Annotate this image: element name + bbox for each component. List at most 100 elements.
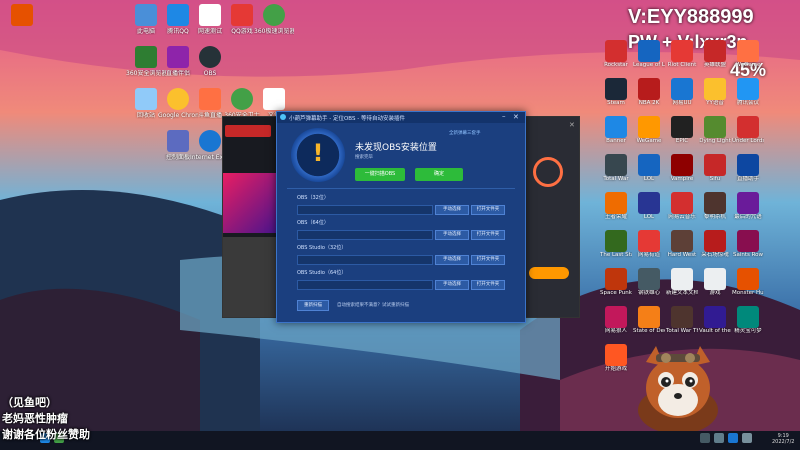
desktop-icon[interactable]: League of Legends <box>633 40 665 69</box>
desktop-icon-label: 网易狼人 <box>604 328 627 334</box>
desktop-icon[interactable]: Dying Light <box>699 116 731 145</box>
close-icon[interactable]: ✕ <box>513 113 519 121</box>
warning-icon: ! <box>312 139 324 167</box>
desktop-icon[interactable]: 采石场惊魂 <box>699 230 731 259</box>
desktop-icon[interactable]: 网易狼人 <box>600 306 632 335</box>
file-icon <box>199 4 221 26</box>
desktop-icon[interactable]: YY语音 <box>699 78 731 107</box>
obs-path-input[interactable] <box>297 230 433 240</box>
desktop-icon-label: Sifu <box>709 176 721 182</box>
desktop-icon[interactable]: OBS <box>190 46 230 77</box>
browser-icon <box>135 46 157 68</box>
desktop-icon[interactable]: EPIC <box>666 116 698 145</box>
desktop-icon-label: 钢铁雄心 <box>637 290 660 296</box>
manual-select-button[interactable]: 手动选择 <box>435 280 469 290</box>
desktop-icon[interactable]: WeGame <box>732 40 764 69</box>
desktop-icon[interactable]: Rockstar <box>600 40 632 69</box>
desktop-icon[interactable]: 腾讯会议 <box>732 78 764 107</box>
app-icon <box>737 154 759 176</box>
desktop-icon-label: YY语音 <box>706 100 724 106</box>
browser-icon <box>263 4 285 26</box>
desktop-icon[interactable]: Banner <box>600 116 632 145</box>
manual-select-button[interactable]: 手动选择 <box>435 205 469 215</box>
desktop-icon[interactable]: Sifu <box>699 154 731 183</box>
desktop-icon[interactable]: NBA 2K <box>633 78 665 107</box>
manual-select-button[interactable]: 手动选择 <box>435 230 469 240</box>
desktop-icon[interactable]: Vampire <box>666 154 698 183</box>
confirm-button[interactable]: 确定 <box>415 168 463 181</box>
taskbar-clock[interactable]: 9:19 2022/7/2 <box>772 433 794 445</box>
desktop-icon[interactable]: 游戏 <box>699 268 731 297</box>
desktop-icon[interactable]: 网易有道 <box>633 230 665 259</box>
divider <box>287 188 515 189</box>
desktop-icon[interactable]: 开始游戏 <box>600 344 632 373</box>
desktop-icon-label: 最后的咒语 <box>734 214 762 220</box>
close-icon[interactable]: ✕ <box>569 121 575 129</box>
desktop-icon[interactable]: Steam <box>600 78 632 107</box>
app-icon <box>605 192 627 214</box>
obs-row-label: OBS（64位） <box>297 220 329 226</box>
obs-path-input[interactable] <box>297 255 433 265</box>
help-link[interactable]: 全新弹幕三套手 <box>449 130 481 136</box>
desktop-icon-label: State of Decay 2 <box>633 328 665 334</box>
desktop-icon[interactable]: 钢铁雄心 <box>633 268 665 297</box>
obs-path-input[interactable] <box>297 280 433 290</box>
app-logo-icon <box>11 4 33 26</box>
file-icon <box>263 88 285 110</box>
desktop-icon[interactable]: 最后的咒语 <box>732 192 764 221</box>
desktop-icon[interactable]: Total War <box>600 154 632 183</box>
brand-logo-icon <box>225 125 271 137</box>
login-button[interactable] <box>529 267 569 279</box>
desktop-icon[interactable]: Vault of the Void <box>699 306 731 335</box>
app-icon <box>167 46 189 68</box>
desktop-icon[interactable] <box>2 4 42 26</box>
obs-icon <box>199 46 221 68</box>
tray-icon[interactable] <box>714 433 724 443</box>
desktop-icon[interactable]: State of Decay 2 <box>633 306 665 335</box>
desktop-icon[interactable]: Monster Hunter <box>732 268 764 297</box>
app-icon <box>605 230 627 252</box>
desktop-icon[interactable]: 360极速浏览器 <box>254 4 294 35</box>
desktop-icon-label: WeGame <box>735 62 761 68</box>
desktop-icon[interactable]: Under Lords <box>732 116 764 145</box>
open-folder-button[interactable]: 打开文件夹 <box>471 205 505 215</box>
desktop-icon[interactable]: 黎明杀机 <box>699 192 731 221</box>
obs-path-input[interactable] <box>297 205 433 215</box>
scan-obs-button[interactable]: 一键扫描OBS <box>355 168 405 181</box>
desktop-icon[interactable]: LOL <box>633 154 665 183</box>
network-icon[interactable] <box>728 433 738 443</box>
app-icon <box>704 306 726 328</box>
desktop-icon-label: 精灵宝可梦 <box>734 328 762 334</box>
app-icon <box>605 78 627 100</box>
tray-icon[interactable] <box>700 433 710 443</box>
desktop-icon[interactable]: Riot Client <box>666 40 698 69</box>
clock-date: 2022/7/2 <box>772 439 795 445</box>
desktop-icon[interactable]: The Last Stand <box>600 230 632 259</box>
app-icon <box>737 116 759 138</box>
desktop-icon[interactable]: Saints Row <box>732 230 764 259</box>
obs-row-label: OBS Studio（64位） <box>297 270 347 276</box>
desktop-icon-label: League of Legends <box>633 62 665 68</box>
desktop-icon[interactable]: 英雄联盟 <box>699 40 731 69</box>
open-folder-button[interactable]: 打开文件夹 <box>471 280 505 290</box>
manual-select-button[interactable]: 手动选择 <box>435 255 469 265</box>
desktop-icon[interactable]: 网易UU <box>666 78 698 107</box>
open-folder-button[interactable]: 打开文件夹 <box>471 255 505 265</box>
desktop-icon[interactable]: Space Punks <box>600 268 632 297</box>
desktop-icon[interactable]: Hard West <box>666 230 698 259</box>
desktop-icon-label: Dying Light <box>699 138 731 144</box>
desktop-icon-label: LOL <box>643 176 655 182</box>
desktop-icon[interactable]: 网易云音乐 <box>666 192 698 221</box>
desktop-icon[interactable]: WeGame <box>633 116 665 145</box>
desktop-icon[interactable]: Total War THREE <box>666 306 698 335</box>
volume-icon[interactable] <box>742 433 752 443</box>
desktop-icon[interactable]: 王者荣耀 <box>600 192 632 221</box>
minimize-icon[interactable]: – <box>502 112 506 120</box>
desktop-icon[interactable]: 直播助手 <box>732 154 764 183</box>
open-folder-button[interactable]: 打开文件夹 <box>471 230 505 240</box>
desktop-icon[interactable]: 新建文本文档 <box>666 268 698 297</box>
desktop-icon[interactable]: LOL <box>633 192 665 221</box>
desktop-icon[interactable]: 精灵宝可梦 <box>732 306 764 335</box>
app-icon <box>704 192 726 214</box>
rescan-button[interactable]: 重新扫描 <box>297 300 329 311</box>
